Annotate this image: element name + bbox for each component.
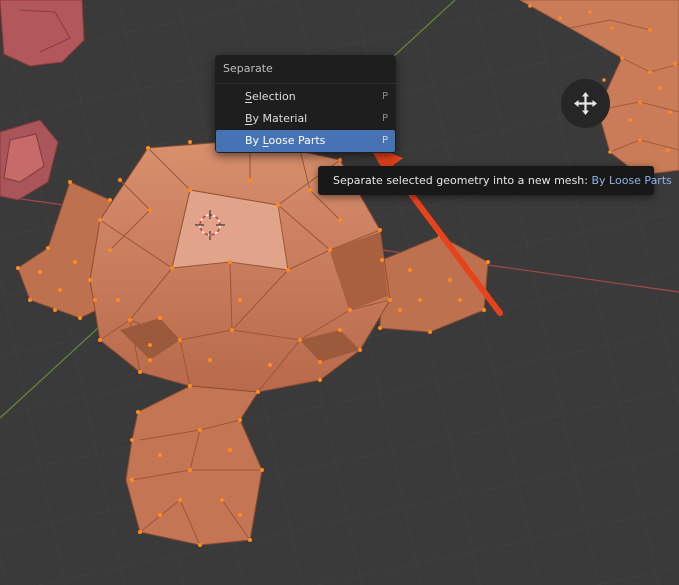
shortcut-hint: P — [381, 135, 388, 146]
menu-item-label: Selection — [245, 90, 296, 103]
shortcut-hint: P — [381, 113, 388, 124]
move-gizmo-button[interactable] — [561, 79, 610, 128]
tooltip-value: By Loose Parts — [591, 174, 672, 187]
menu-item-label: By Material — [245, 112, 308, 125]
tooltip: Separate selected geometry into a new me… — [318, 166, 672, 195]
shortcut-hint: P — [381, 91, 388, 102]
menu-divider — [215, 83, 396, 84]
menu-title: Separate — [223, 62, 273, 75]
menu-item-by-material[interactable]: By Material P — [216, 108, 395, 130]
tooltip-text: Separate selected geometry into a new me… — [333, 174, 672, 187]
menu-item-label: By Loose Parts — [245, 134, 326, 147]
menu-item-selection[interactable]: Selection P — [216, 86, 395, 108]
move-icon — [574, 92, 597, 115]
separate-menu: Separate Selection P By Material P By Lo… — [215, 55, 396, 153]
menu-item-by-loose-parts[interactable]: By Loose Parts P — [216, 130, 395, 152]
